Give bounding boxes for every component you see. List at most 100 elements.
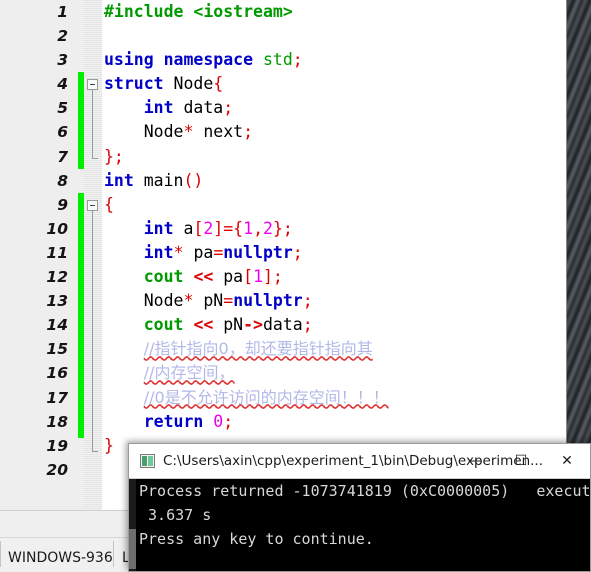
line-number: 18 bbox=[46, 412, 68, 431]
token-num-2b: 2 bbox=[263, 218, 273, 238]
code-line-3: using namespace std; bbox=[102, 48, 566, 72]
token-asterisk: * bbox=[183, 291, 194, 311]
token-var-pN: pN bbox=[203, 291, 224, 311]
console-output-line: 3.637 s bbox=[139, 506, 212, 524]
token-assign: = bbox=[213, 242, 224, 262]
token-int: int bbox=[104, 170, 134, 190]
token-using: using bbox=[104, 50, 154, 70]
token-int: int bbox=[143, 242, 174, 262]
console-title-bar[interactable]: C:\Users\axin\cpp\experiment_1\bin\Debug… bbox=[129, 444, 590, 479]
code-folding-gutter[interactable] bbox=[84, 0, 102, 510]
token-asterisk: * bbox=[183, 122, 194, 142]
code-line-12: cout << pa[1]; bbox=[143, 267, 283, 287]
token-include: #include bbox=[104, 2, 184, 21]
token-num-1: 1 bbox=[243, 218, 254, 238]
line-number: 12 bbox=[46, 268, 68, 287]
token-header: <iostream> bbox=[193, 2, 293, 21]
console-app-icon bbox=[140, 454, 155, 468]
token-brace-close: } bbox=[104, 435, 114, 455]
token-var-pa: pa bbox=[223, 267, 244, 287]
code-line-13: Node* pN=nullptr; bbox=[143, 291, 313, 311]
token-data: data bbox=[263, 315, 303, 335]
token-stream-op: << bbox=[193, 315, 214, 335]
line-number: 4 bbox=[57, 75, 68, 94]
token-cout: cout bbox=[143, 315, 184, 335]
line-number-gutter: 1 2 3 4 5 6 7 8 9 10 11 12 13 14 15 16 1… bbox=[0, 0, 78, 510]
token-int: int bbox=[143, 98, 174, 118]
token-cout: cout bbox=[143, 267, 184, 287]
token-var-pa: pa bbox=[193, 242, 214, 262]
code-line-16: //内存空间， bbox=[102, 361, 566, 385]
token-nullptr: nullptr bbox=[233, 291, 303, 311]
line-number: 13 bbox=[46, 292, 68, 311]
line-number: 20 bbox=[46, 460, 68, 479]
token-stream-op: << bbox=[193, 267, 214, 287]
maximize-button[interactable]: ☐ bbox=[498, 444, 544, 479]
code-line-15: //指针指向0，却还要指针指向其 bbox=[102, 337, 566, 361]
token-int: int bbox=[143, 218, 174, 238]
token-index-1: 1 bbox=[253, 267, 263, 287]
fold-connector-line bbox=[92, 211, 93, 451]
fold-end-marker bbox=[92, 451, 98, 452]
token-namespace: namespace bbox=[163, 50, 254, 70]
line-number: 9 bbox=[57, 195, 68, 214]
code-line-8: int main() bbox=[102, 169, 566, 193]
close-button[interactable]: ✕ bbox=[544, 444, 590, 479]
token-brace-open: { bbox=[213, 74, 224, 94]
console-window[interactable]: C:\Users\axin\cpp\experiment_1\bin\Debug… bbox=[128, 443, 591, 572]
comment-line-15: //指针指向0，却还要指针指向其 bbox=[143, 339, 373, 359]
line-number: 16 bbox=[46, 364, 68, 383]
console-output-line: Press any key to continue. bbox=[139, 530, 374, 548]
code-line-11: int* pa=nullptr; bbox=[143, 242, 303, 262]
source-code-text[interactable]: #include <iostream> using namespace std;… bbox=[102, 0, 566, 510]
token-data: data bbox=[183, 98, 224, 118]
minimize-button[interactable]: — bbox=[452, 444, 498, 479]
code-line-7: }; bbox=[102, 145, 566, 169]
console-scrollbar-thumb[interactable] bbox=[129, 529, 136, 569]
line-number: 8 bbox=[57, 171, 68, 190]
console-output-area[interactable]: Process returned -1073741819 (0xC0000005… bbox=[129, 479, 590, 571]
code-line-9: { bbox=[102, 193, 566, 217]
line-number: 5 bbox=[57, 99, 68, 118]
token-var-a: a bbox=[183, 218, 194, 238]
code-line-10: int a[2]={1,2}; bbox=[143, 218, 293, 238]
line-number: 14 bbox=[46, 316, 68, 335]
token-assign: = bbox=[223, 291, 234, 311]
fold-end-marker bbox=[92, 158, 98, 159]
line-number: 2 bbox=[57, 27, 68, 46]
token-main: main bbox=[143, 170, 184, 190]
token-arrow-op: -> bbox=[243, 315, 263, 335]
code-line-4: struct Node{ bbox=[102, 72, 566, 96]
code-line-14: cout << pN->data; bbox=[143, 315, 313, 335]
line-number: 17 bbox=[46, 388, 68, 407]
line-number: 6 bbox=[57, 123, 68, 142]
code-line-1: #include <iostream> bbox=[102, 0, 566, 24]
status-separator bbox=[113, 541, 114, 567]
editor-area[interactable]: 1 2 3 4 5 6 7 8 9 10 11 12 13 14 15 16 1… bbox=[0, 0, 566, 510]
status-encoding[interactable]: WINDOWS-936 bbox=[8, 545, 113, 571]
line-number: 10 bbox=[46, 219, 68, 238]
status-separator bbox=[0, 541, 1, 567]
token-next: next bbox=[203, 122, 244, 142]
token-semicolon: ; bbox=[292, 50, 303, 70]
line-number: 11 bbox=[46, 243, 68, 262]
line-number: 19 bbox=[46, 436, 68, 455]
line-number: 3 bbox=[57, 51, 68, 70]
code-line-18: return 0; bbox=[143, 411, 234, 431]
code-line-6: Node* next; bbox=[143, 122, 254, 142]
token-return: return bbox=[143, 411, 204, 431]
token-asterisk: * bbox=[173, 242, 184, 262]
line-number: 1 bbox=[57, 3, 68, 21]
code-line-17: //0是不允许访问的内存空间！！！ bbox=[102, 386, 566, 410]
token-node: Node bbox=[173, 74, 214, 94]
fold-toggle-icon[interactable] bbox=[87, 79, 98, 90]
fold-connector-line bbox=[92, 90, 93, 158]
token-node-type: Node bbox=[143, 122, 184, 142]
console-scrollbar[interactable] bbox=[129, 479, 136, 571]
fold-toggle-icon[interactable] bbox=[87, 200, 98, 211]
token-num-0: 0 bbox=[213, 411, 224, 431]
line-number: 15 bbox=[46, 340, 68, 359]
token-brace-close: }; bbox=[104, 146, 124, 166]
token-node-type: Node bbox=[143, 291, 184, 311]
